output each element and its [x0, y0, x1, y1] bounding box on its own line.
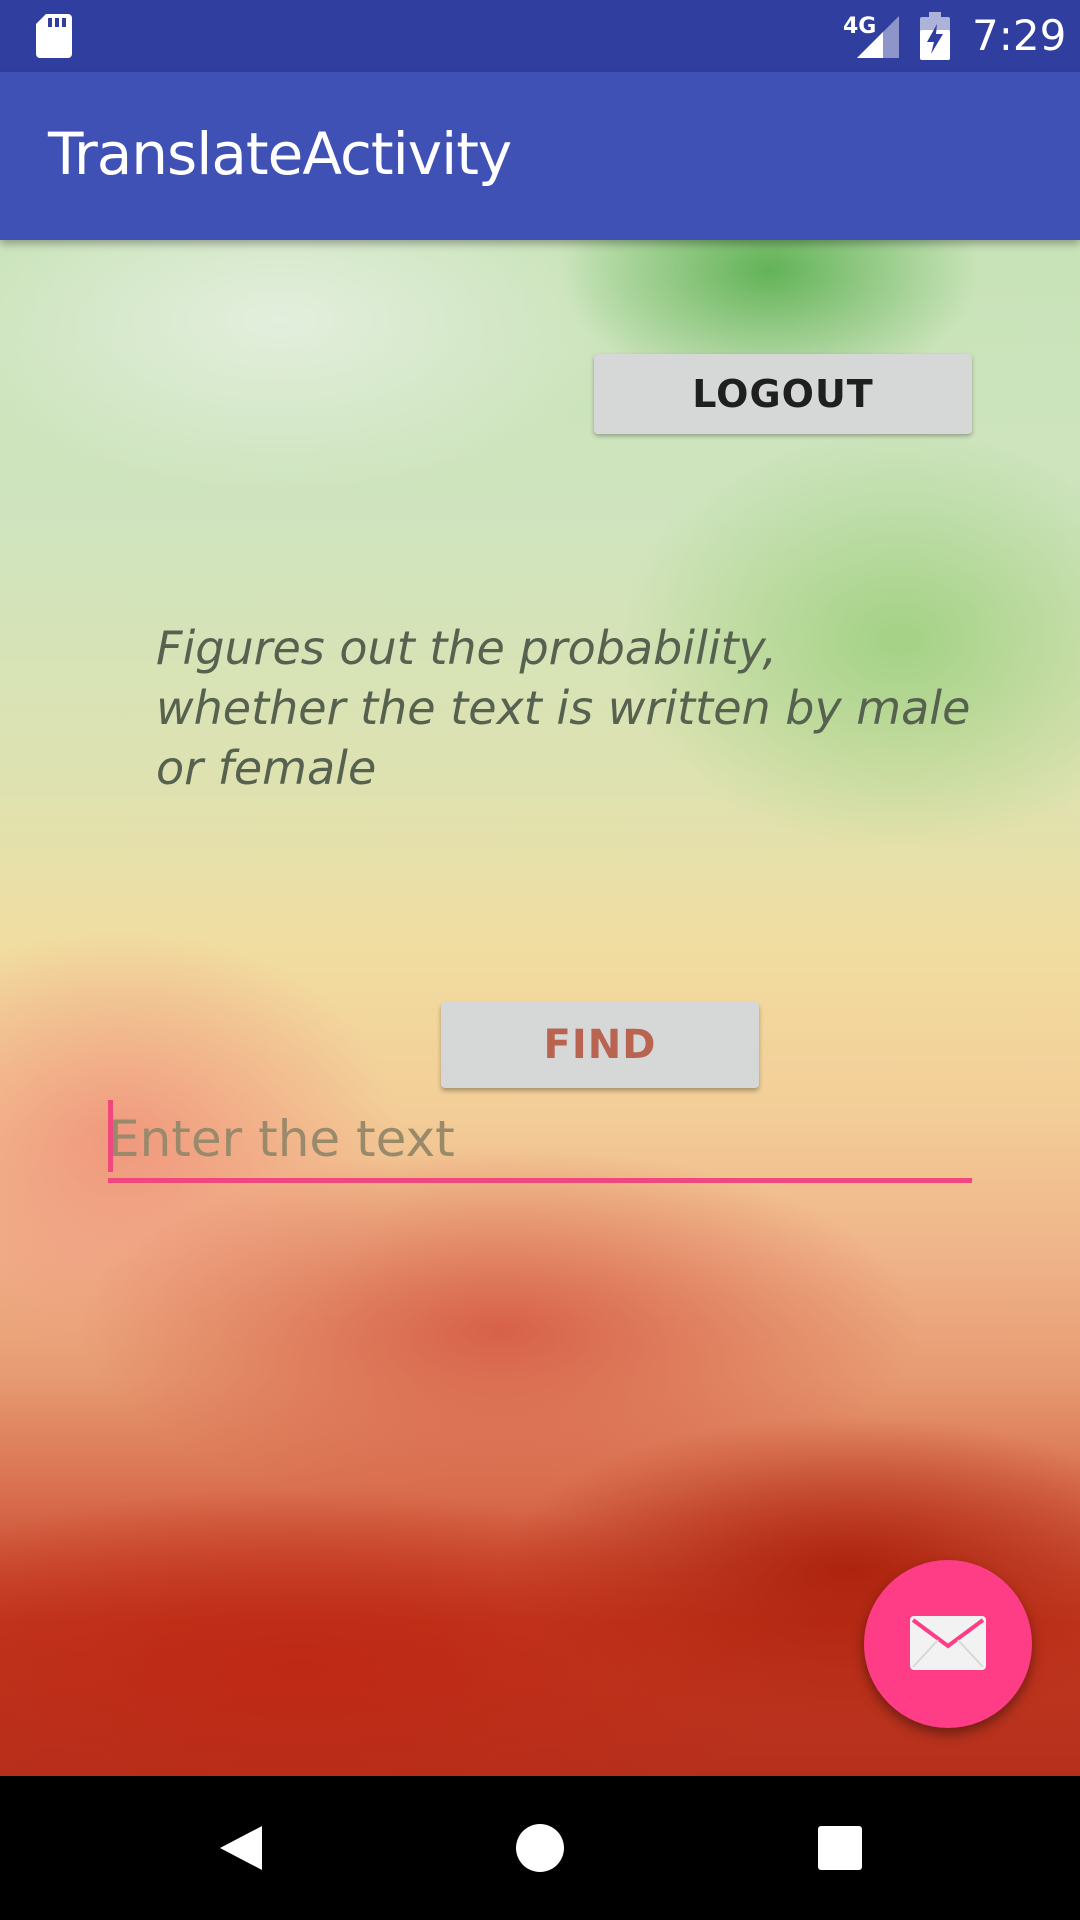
text-input-container — [108, 1100, 972, 1184]
signal-icon — [857, 16, 899, 58]
home-button[interactable] — [504, 1812, 576, 1884]
email-fab-button[interactable] — [864, 1560, 1032, 1728]
recents-icon — [818, 1826, 862, 1870]
find-button[interactable]: FIND — [441, 1002, 759, 1088]
page-title: TranslateActivity — [48, 120, 512, 188]
back-icon — [220, 1826, 262, 1870]
description-text: Figures out the probability, whether the… — [156, 621, 971, 795]
clock: 7:29 — [972, 11, 1067, 60]
recents-button[interactable] — [804, 1812, 876, 1884]
text-cursor — [108, 1100, 113, 1172]
status-bar: 4G 7:29 — [0, 0, 1080, 72]
logout-button[interactable]: LOGOUT — [594, 354, 972, 434]
screen: 4G 7:29 TranslateActivity LOGOUT Figures… — [0, 0, 1080, 1920]
sd-card-icon — [36, 14, 72, 58]
battery-charging-icon — [920, 12, 950, 60]
main-content: LOGOUT Figures out the probability, whet… — [0, 240, 1080, 1776]
navigation-bar — [0, 1776, 1080, 1920]
home-icon — [516, 1824, 564, 1872]
text-input[interactable] — [108, 1100, 972, 1183]
back-button[interactable] — [204, 1812, 276, 1884]
mail-icon — [910, 1616, 986, 1670]
app-bar: TranslateActivity — [0, 72, 1080, 240]
